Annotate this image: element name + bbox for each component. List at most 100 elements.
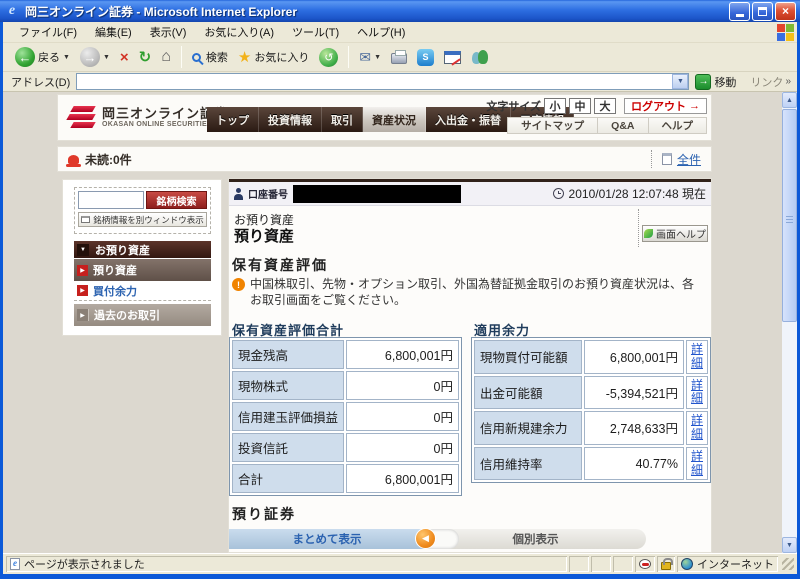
sidebar-item-past-trades[interactable]: ▶ 過去のお取引 [74, 304, 211, 326]
arrow-right-icon: ▶ [77, 285, 88, 296]
row-value: 6,800,001円 [346, 340, 459, 369]
address-dropdown-icon[interactable]: ▼ [672, 74, 688, 89]
site-header: 岡三オンライン証券 OKASAN ONLINE SECURITIES トップ 投… [57, 94, 712, 141]
all-messages-icon [662, 153, 672, 165]
font-size-large-button[interactable]: 大 [594, 98, 616, 114]
detail-link[interactable]: 詳細 [691, 379, 704, 407]
account-number-redacted [293, 185, 461, 203]
mail-button[interactable]: ✉ ▼ [355, 47, 385, 68]
stock-search-input[interactable] [78, 191, 144, 209]
toolbar-separator [181, 46, 182, 68]
row-label: 現金残高 [232, 340, 344, 369]
mail-dropdown-icon[interactable]: ▼ [374, 54, 381, 61]
open-stock-window-button[interactable]: 銘柄情報を別ウィンドウ表示 [78, 212, 207, 227]
skype-button[interactable]: S [413, 47, 438, 68]
row-label: 出金可能額 [474, 376, 582, 410]
detail-link[interactable]: 詳細 [691, 450, 704, 478]
refresh-button[interactable]: ↻ [135, 46, 156, 68]
row-label: 信用新規建余力 [474, 411, 582, 445]
scroll-down-button[interactable]: ▼ [782, 537, 797, 553]
row-value: 0円 [346, 371, 459, 400]
menu-tools[interactable]: ツール(T) [284, 22, 347, 42]
detail-link[interactable]: 詳細 [691, 343, 704, 371]
history-button[interactable]: ↺ [315, 46, 342, 69]
print-button[interactable] [387, 48, 411, 66]
menu-file[interactable]: ファイル(F) [11, 22, 85, 42]
scroll-up-button[interactable]: ▲ [782, 92, 797, 108]
sidebar-item-deposit-assets[interactable]: ▶ 預り資産 [74, 258, 211, 281]
back-dropdown-icon[interactable]: ▼ [63, 54, 70, 61]
divider [638, 209, 639, 247]
arrow-right-icon: ▶ [77, 265, 88, 276]
menu-favorites[interactable]: お気に入り(A) [196, 22, 282, 42]
nav-tab-top[interactable]: トップ [207, 107, 259, 132]
stock-search-button[interactable]: 銘柄検索 [146, 191, 207, 209]
home-button[interactable]: ⌂ [157, 46, 175, 68]
links-chevron-icon[interactable]: » [785, 76, 791, 87]
windows-logo-icon [775, 23, 795, 42]
page-viewport: 岡三オンライン証券 OKASAN ONLINE SECURITIES トップ 投… [3, 92, 782, 553]
page-icon [10, 558, 20, 570]
status-panel [591, 556, 611, 572]
address-bar: アドレス(D) ▼ → 移動 リンク » [3, 72, 797, 92]
toggle-arrow-icon[interactable]: ◀ [415, 528, 436, 549]
messenger-button[interactable] [467, 47, 493, 67]
close-button[interactable]: × [775, 2, 796, 21]
securities-section-title: 預り証券 [232, 504, 296, 524]
font-size-medium-button[interactable]: 中 [569, 98, 591, 114]
margin-table: 現物買付可能額 6,800,001円 詳細 出金可能額 -5,394,521円 … [471, 337, 711, 483]
search-button[interactable]: 検索 [188, 47, 232, 67]
notice-text: 中国株取引、先物・オプション取引、外国為替証拠金取引のお預り資産状況は、各お取引… [250, 277, 700, 308]
edit-button[interactable] [440, 49, 465, 66]
status-bar: ページが表示されました インターネット [3, 553, 797, 574]
menu-edit[interactable]: 編集(E) [87, 22, 140, 42]
screen-help-button[interactable]: 画面ヘルプ [642, 225, 708, 242]
nav-tab-trade[interactable]: 取引 [322, 107, 363, 132]
help-link[interactable]: ヘルプ [648, 118, 707, 133]
nav-tab-assets[interactable]: 資産状況 [363, 107, 426, 132]
address-label: アドレス(D) [11, 74, 70, 90]
minimize-button[interactable] [729, 2, 750, 21]
menu-view[interactable]: 表示(V) [142, 22, 195, 42]
sidebar-item-label: 預り資産 [93, 262, 137, 278]
forward-dropdown-icon[interactable]: ▼ [103, 54, 110, 61]
table-row: 現金残高 6,800,001円 [232, 340, 459, 369]
address-input[interactable] [76, 73, 689, 90]
row-value: -5,394,521円 [584, 376, 684, 410]
site-logo[interactable]: 岡三オンライン証券 OKASAN ONLINE SECURITIES [66, 102, 228, 132]
vertical-scrollbar[interactable]: ▲ ▼ [782, 92, 797, 553]
maximize-button[interactable] [752, 2, 773, 21]
logout-button[interactable]: ログアウト → [624, 98, 707, 114]
links-label[interactable]: リンク [750, 74, 783, 90]
font-size-small-button[interactable]: 小 [544, 98, 566, 114]
qa-link[interactable]: Q&A [597, 118, 647, 133]
timestamp: 2010/01/28 12:07:48 現在 [569, 185, 706, 202]
utility-nav: サイトマップ Q&A ヘルプ [507, 117, 707, 134]
stock-search-box: 銘柄検索 銘柄情報を別ウィンドウ表示 [74, 187, 211, 234]
main-content: 口座番号 2010/01/28 12:07:48 現在 お預り資産 預り資産 画… [228, 178, 712, 553]
summary-table: 現金残高 6,800,001円 現物株式 0円 信用建玉評価損益 0円 投資信託… [229, 337, 462, 496]
scrollbar-thumb[interactable] [782, 109, 797, 322]
sidebar-item-buying-power[interactable]: ▶ 買付余力 [74, 281, 211, 301]
all-messages-link[interactable]: 全件 [677, 151, 701, 168]
favorites-button[interactable]: ★ お気に入り [234, 46, 313, 68]
toggle-grouped-button[interactable]: まとめて表示 [229, 529, 425, 549]
back-button[interactable]: ← 戻る ▼ [11, 45, 74, 69]
logout-arrow-icon: → [689, 100, 700, 112]
resize-grip[interactable] [782, 558, 794, 570]
zone-panel: インターネット [677, 556, 778, 572]
go-button[interactable]: → 移動 [695, 74, 736, 90]
chevron-down-icon: ▼ [77, 244, 89, 256]
sidebar-menu-header[interactable]: ▼ お預り資産 [74, 241, 211, 258]
stop-button[interactable]: × [116, 47, 133, 68]
sitemap-link[interactable]: サイトマップ [508, 118, 597, 133]
sidebar: 銘柄検索 銘柄情報を別ウィンドウ表示 ▼ お預り資産 ▶ 預り資産 ▶ [62, 179, 222, 336]
detail-link[interactable]: 詳細 [691, 414, 704, 442]
go-icon: → [695, 74, 711, 90]
message-bar: 未読:0件 全件 [57, 146, 712, 172]
nav-tab-invest-info[interactable]: 投資情報 [259, 107, 322, 132]
section-title: 保有資産評価 [232, 255, 328, 275]
forward-button[interactable]: → ▼ [76, 45, 114, 69]
menu-help[interactable]: ヘルプ(H) [349, 22, 413, 42]
row-value: 6,800,001円 [346, 464, 459, 493]
